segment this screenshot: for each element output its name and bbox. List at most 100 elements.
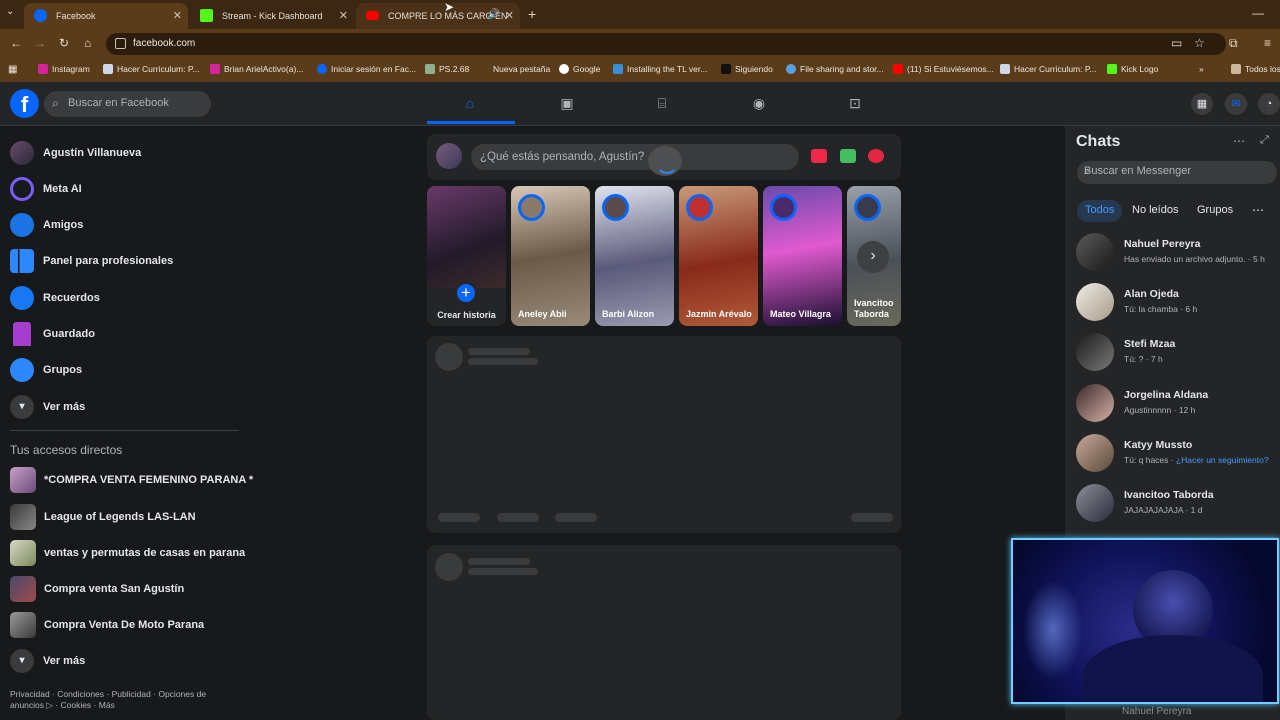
- shortcut-item[interactable]: ventas y permutas de casas en parana: [10, 540, 245, 566]
- audio-playing-icon[interactable]: 🔊: [488, 9, 500, 20]
- bookmark-youtube[interactable]: (11) Si Estuviésemos...: [893, 64, 994, 74]
- minimize-icon[interactable]: —: [1252, 6, 1264, 20]
- chat-item[interactable]: Ivancitoo Taborda JAJAJAJAJAJA · 1 d: [1076, 484, 1214, 522]
- install-app-icon[interactable]: ▭: [1171, 36, 1182, 50]
- site-info-icon[interactable]: [115, 38, 126, 49]
- menu-grid-icon[interactable]: ▦: [1191, 93, 1213, 115]
- all-bookmarks[interactable]: Todos los: [1231, 64, 1280, 74]
- home-browser-icon[interactable]: ⌂: [84, 36, 91, 50]
- gaming-icon[interactable]: ⊡: [847, 96, 863, 110]
- chat-item[interactable]: Alan Ojeda Tú: la chamba · 6 h: [1076, 283, 1197, 321]
- expand-chats-icon[interactable]: ⤢: [1260, 134, 1269, 147]
- close-tab-icon[interactable]: ✕: [339, 9, 348, 22]
- bookmark-curriculum[interactable]: Hacer Curriculum: P...: [103, 64, 200, 74]
- shortcut-item[interactable]: *COMPRA VENTA FEMENINO PARANA *: [10, 467, 253, 493]
- kick-icon: [1107, 64, 1117, 74]
- tab-facebook[interactable]: Facebook ✕: [24, 3, 188, 29]
- chat-name: Nahuel Pereyra: [1124, 238, 1201, 250]
- photo-video-icon[interactable]: [840, 149, 856, 163]
- bookmark-kick-logo[interactable]: Kick Logo: [1107, 64, 1158, 74]
- messenger-icon[interactable]: ✉: [1225, 93, 1247, 115]
- chat-item[interactable]: Stefi Mzaa Tú: ? · 7 h: [1076, 333, 1175, 371]
- filter-groups[interactable]: Grupos: [1189, 200, 1241, 222]
- story-name: Aneley Abii: [518, 309, 567, 319]
- forward-icon[interactable]: →: [34, 36, 46, 50]
- bookmark-file-sharing[interactable]: File sharing and stor...: [786, 64, 884, 74]
- extensions-icon[interactable]: ⧉: [1229, 36, 1238, 51]
- shortcut-item[interactable]: Compra venta San Agustín: [10, 576, 184, 602]
- sidebar-item-memories[interactable]: Recuerdos: [10, 286, 100, 310]
- sidebar-item-saved[interactable]: Guardado: [10, 322, 95, 346]
- facebook-search-input[interactable]: ⌕ Buscar en Facebook: [44, 91, 211, 117]
- shortcut-item[interactable]: League of Legends LAS-LAN: [10, 504, 196, 530]
- story-card[interactable]: Aneley Abii: [511, 186, 590, 326]
- bookmark-instagram[interactable]: Instagram: [38, 64, 90, 74]
- notifications-icon[interactable]: ◔: [1258, 93, 1280, 115]
- back-icon[interactable]: ←: [10, 36, 22, 50]
- bookmark-star-icon[interactable]: ☆: [1194, 36, 1205, 50]
- more-filters-icon[interactable]: ⋯: [1252, 203, 1264, 217]
- chat-options-icon[interactable]: ⋯: [1233, 134, 1245, 148]
- avatar: [1076, 283, 1114, 321]
- sidebar-item-profile[interactable]: Agustín Villanueva: [10, 141, 141, 165]
- chat-item[interactable]: Nahuel Pereyra Has enviado un archivo adj…: [1076, 233, 1265, 271]
- tab-kick-dashboard[interactable]: Stream - Kick Dashboard ✕: [190, 3, 354, 29]
- filter-all[interactable]: Todos: [1077, 200, 1123, 222]
- bookmark-tl[interactable]: Installing the TL ver...: [613, 64, 707, 74]
- bookmark-new-tab[interactable]: Nueva pestaña: [493, 64, 550, 74]
- story-card[interactable]: Barbi Alizon: [595, 186, 674, 326]
- messenger-search-input[interactable]: ⌕ Buscar en Messenger: [1077, 161, 1277, 184]
- avatar: [1076, 333, 1114, 371]
- sidebar-item-groups[interactable]: Grupos: [10, 358, 82, 382]
- tab-youtube[interactable]: COMPRE LO MÁS CARO EN 🔊 ✕: [356, 3, 520, 29]
- shortcuts-see-more[interactable]: ▾ Ver más: [10, 649, 85, 673]
- bookmark-brian[interactable]: Brian ArielActivo(a)...: [210, 64, 303, 74]
- close-tab-icon[interactable]: ✕: [505, 9, 514, 22]
- shortcuts-heading: Tus accesos directos: [10, 443, 123, 457]
- close-tab-icon[interactable]: ✕: [173, 9, 182, 22]
- video-icon[interactable]: ▣: [559, 96, 575, 110]
- live-video-icon[interactable]: [811, 149, 827, 163]
- tab-search-icon[interactable]: ⌄: [6, 6, 14, 17]
- story-card[interactable]: Jazmin Arévalo: [679, 186, 758, 326]
- groups-icon[interactable]: ◉: [751, 96, 767, 110]
- sidebar-item-professional-dashboard[interactable]: Panel para profesionales: [10, 249, 173, 273]
- bookmark-ps[interactable]: PS.2.68: [425, 64, 469, 74]
- composer-input[interactable]: ¿Qué estás pensando, Agustín?: [471, 144, 799, 170]
- tab-title: Facebook: [56, 11, 96, 21]
- home-icon[interactable]: ⌂: [462, 96, 478, 110]
- sidebar-divider: [10, 430, 239, 431]
- reel-icon[interactable]: [868, 149, 884, 163]
- facebook-logo-icon[interactable]: f: [10, 89, 39, 118]
- bookmark-google[interactable]: Google: [559, 64, 600, 74]
- reload-icon[interactable]: ↻: [59, 36, 69, 50]
- sidebar-item-meta-ai[interactable]: Meta AI: [10, 177, 82, 201]
- chevron-down-icon: ▾: [10, 649, 34, 673]
- next-stories-icon[interactable]: ›: [857, 241, 889, 273]
- footer-links[interactable]: Privacidad · Condiciones · Publicidad · …: [10, 689, 230, 711]
- browser-menu-icon[interactable]: ≡: [1264, 36, 1271, 50]
- youtube-favicon-icon: [366, 11, 379, 20]
- follow-up-link[interactable]: ¿Hacer un seguimiento?: [1176, 455, 1269, 465]
- avatar[interactable]: [436, 143, 462, 169]
- sidebar-see-more[interactable]: ▾ Ver más: [10, 395, 85, 419]
- create-story-card[interactable]: + Crear historia: [427, 186, 506, 326]
- avatar: [686, 194, 713, 221]
- filter-unread[interactable]: No leídos: [1124, 200, 1186, 222]
- tl-icon: [613, 64, 623, 74]
- bookmark-facebook-login[interactable]: Iniciar sesión en Fac...: [317, 64, 416, 74]
- marketplace-icon[interactable]: ⌸: [654, 96, 670, 110]
- bookmark-curriculum-2[interactable]: Hacer Curriculum: P...: [1000, 64, 1097, 74]
- chat-item[interactable]: Katyy Mussto Tú: q haces · ¿Hacer un segu…: [1076, 434, 1269, 472]
- chat-item[interactable]: Jorgelina Aldana Agustinnnnn · 12 h: [1076, 384, 1208, 422]
- instagram-icon: [210, 64, 220, 74]
- bookmark-x[interactable]: Siguiendo: [721, 64, 773, 74]
- new-tab-icon[interactable]: +: [528, 6, 536, 22]
- apps-icon[interactable]: ▦: [8, 64, 17, 75]
- sidebar-item-friends[interactable]: Amigos: [10, 213, 83, 237]
- shortcut-item[interactable]: Compra Venta De Moto Parana: [10, 612, 204, 638]
- story-card[interactable]: Mateo Villagra: [763, 186, 842, 326]
- more-bookmarks-icon[interactable]: »: [1199, 64, 1204, 74]
- url-field[interactable]: facebook.com: [106, 33, 1226, 55]
- potion-icon: [425, 64, 435, 74]
